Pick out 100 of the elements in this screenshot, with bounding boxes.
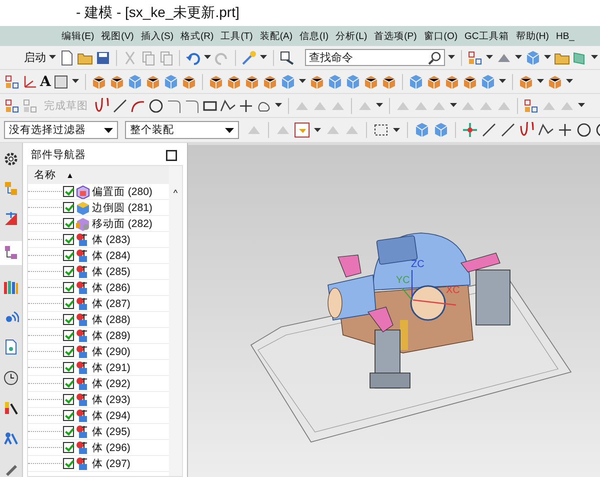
cube-icon[interactable] xyxy=(433,122,449,138)
caret-icon[interactable] xyxy=(376,103,383,108)
clipboard-icon[interactable] xyxy=(158,50,174,66)
clock-icon[interactable] xyxy=(3,370,19,386)
plus-icon[interactable] xyxy=(557,122,573,138)
block-icon[interactable] xyxy=(308,74,325,90)
checkbox[interactable] xyxy=(63,234,74,245)
line-icon[interactable] xyxy=(112,98,128,114)
corner-icon[interactable] xyxy=(184,98,200,114)
tree-row[interactable]: 体 (296) xyxy=(28,440,169,456)
menu-item[interactable]: 格式(R) xyxy=(177,30,218,42)
page-icon[interactable] xyxy=(59,50,75,66)
checkbox[interactable] xyxy=(63,202,74,213)
block-icon[interactable] xyxy=(144,74,161,90)
filter-dropdown[interactable]: 整个装配 xyxy=(125,121,239,139)
tree-row[interactable]: 体 (293) xyxy=(28,392,169,408)
tree-row[interactable]: 体 (294) xyxy=(28,408,169,424)
tree-row[interactable]: 体 (289) xyxy=(28,328,169,344)
block-icon[interactable] xyxy=(244,74,260,90)
caret-icon[interactable] xyxy=(591,55,598,60)
circle-icon[interactable] xyxy=(576,122,592,138)
menu-item[interactable]: 插入(S) xyxy=(137,30,178,42)
axes-icon[interactable] xyxy=(22,74,38,90)
maximize-icon[interactable] xyxy=(166,150,177,160)
caret-icon[interactable] xyxy=(450,103,457,108)
block-icon[interactable] xyxy=(380,74,397,90)
line-icon[interactable] xyxy=(481,122,497,138)
checkbox[interactable] xyxy=(63,346,74,357)
caret-icon[interactable] xyxy=(536,79,544,84)
checkbox[interactable] xyxy=(63,298,74,309)
block-icon[interactable] xyxy=(546,74,563,90)
menu-item[interactable]: GC工具箱 xyxy=(461,30,512,42)
signal-icon[interactable] xyxy=(3,308,19,325)
checkbox[interactable] xyxy=(63,218,74,229)
curve-icon[interactable] xyxy=(94,98,110,114)
block-icon[interactable] xyxy=(90,74,107,90)
block-icon[interactable] xyxy=(444,74,460,90)
menu-item[interactable]: 窗口(O) xyxy=(420,30,462,42)
menu-item[interactable]: HB_ xyxy=(552,30,578,42)
curve-icon[interactable] xyxy=(519,122,535,138)
caret-icon[interactable] xyxy=(515,55,522,60)
filter-icon[interactable] xyxy=(294,122,310,138)
menu-item[interactable]: 工具(T) xyxy=(217,30,256,42)
filter-dropdown[interactable]: 没有选择过滤器 xyxy=(4,121,118,139)
block-icon[interactable] xyxy=(108,74,125,90)
constraint-icon[interactable] xyxy=(3,211,19,228)
tree-row[interactable]: 体 (290) xyxy=(28,344,169,360)
checkbox[interactable] xyxy=(63,282,74,293)
menu-item[interactable]: 装配(A) xyxy=(256,30,296,42)
block-icon[interactable] xyxy=(518,74,534,90)
text-tool[interactable]: A xyxy=(40,74,51,90)
caret-icon[interactable] xyxy=(578,103,585,108)
checkbox[interactable] xyxy=(63,394,74,405)
menu-item[interactable]: 分析(L) xyxy=(332,30,371,42)
checkbox[interactable] xyxy=(63,442,74,453)
tree-row[interactable]: 体 (287) xyxy=(28,296,169,312)
tree-row[interactable]: 体 (292) xyxy=(28,376,169,392)
checkbox[interactable] xyxy=(63,410,74,421)
menu-item[interactable]: 视图(V) xyxy=(98,30,138,42)
palette-icon[interactable] xyxy=(3,400,19,416)
move-icon[interactable] xyxy=(462,122,478,138)
caret-icon[interactable] xyxy=(393,128,400,132)
grid-icon[interactable] xyxy=(4,98,20,114)
settings-icon[interactable] xyxy=(3,150,19,167)
menu-item[interactable]: 首选项(P) xyxy=(370,30,420,42)
tree-row[interactable]: 体 (283) xyxy=(28,232,169,248)
menu-item[interactable]: 帮助(H) xyxy=(512,30,552,42)
block-icon[interactable] xyxy=(462,74,478,90)
floppy-icon[interactable] xyxy=(95,50,111,66)
polyline-icon[interactable] xyxy=(538,122,554,138)
search-icon[interactable] xyxy=(428,50,442,64)
block-icon[interactable] xyxy=(226,74,242,90)
checkbox[interactable] xyxy=(63,250,74,261)
checkbox[interactable] xyxy=(63,330,74,341)
tree-row[interactable]: 边倒圆 (281) xyxy=(28,200,169,216)
block-icon[interactable] xyxy=(262,74,278,90)
caret-icon[interactable] xyxy=(204,55,211,60)
caret-icon[interactable] xyxy=(275,103,282,108)
caret-icon[interactable] xyxy=(260,55,267,60)
scroll-bar[interactable]: ^ xyxy=(169,166,182,476)
block-icon[interactable] xyxy=(180,74,197,90)
tree-row[interactable]: 移动面 (282) xyxy=(28,216,169,232)
grid-icon[interactable] xyxy=(523,98,539,114)
grid-icon[interactable] xyxy=(467,50,483,66)
tree-row[interactable]: 偏置面 (280) xyxy=(28,184,169,200)
tree-row[interactable]: 体 (291) xyxy=(28,360,169,376)
selection-rectangle-icon[interactable] xyxy=(373,122,389,138)
corner-icon[interactable] xyxy=(166,98,182,114)
menu-item[interactable]: 编辑(E) xyxy=(58,30,98,42)
doc-icon[interactable] xyxy=(3,339,19,356)
caret-icon[interactable] xyxy=(49,55,56,60)
checkbox[interactable] xyxy=(63,426,74,437)
tree-row[interactable]: 体 (286) xyxy=(28,280,169,296)
menu-item[interactable]: 信息(I) xyxy=(296,30,332,42)
block-icon[interactable] xyxy=(362,74,379,90)
search-field[interactable]: 查找命令 xyxy=(305,49,445,66)
caret-icon[interactable] xyxy=(544,55,551,60)
caret-icon[interactable] xyxy=(448,55,455,60)
polyline-icon[interactable] xyxy=(220,98,236,114)
start-menu[interactable]: 启动 xyxy=(24,50,46,65)
